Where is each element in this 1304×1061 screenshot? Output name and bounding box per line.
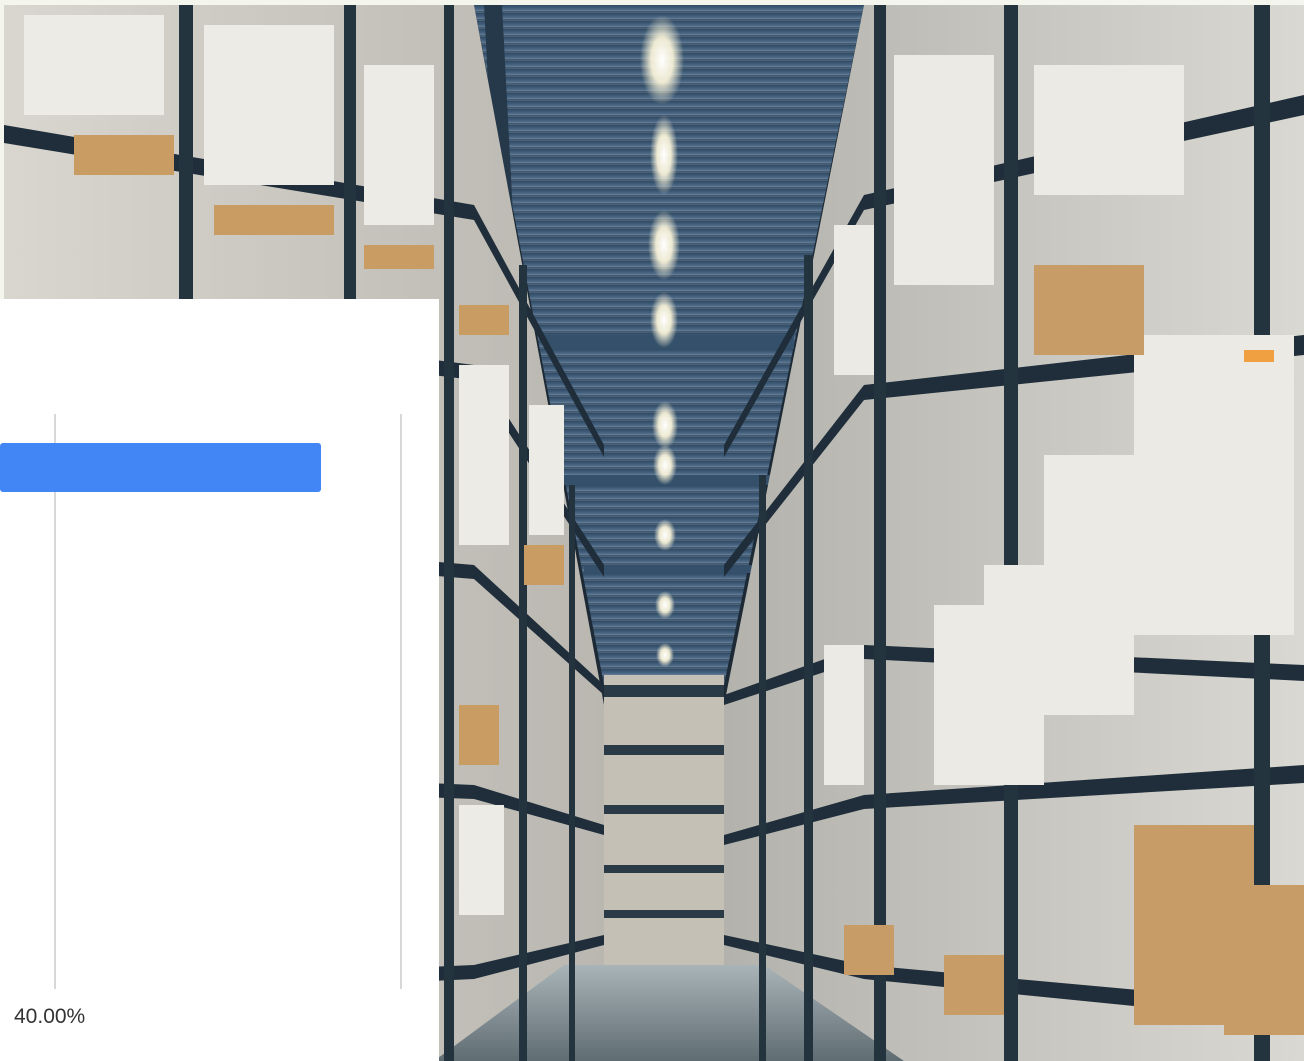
x-tick-label-0: 40.00% bbox=[14, 1005, 85, 1028]
bar-0[interactable] bbox=[0, 443, 321, 492]
chart-panel: 40.00% bbox=[0, 299, 439, 1061]
bar-chart: 40.00% bbox=[0, 414, 402, 1028]
